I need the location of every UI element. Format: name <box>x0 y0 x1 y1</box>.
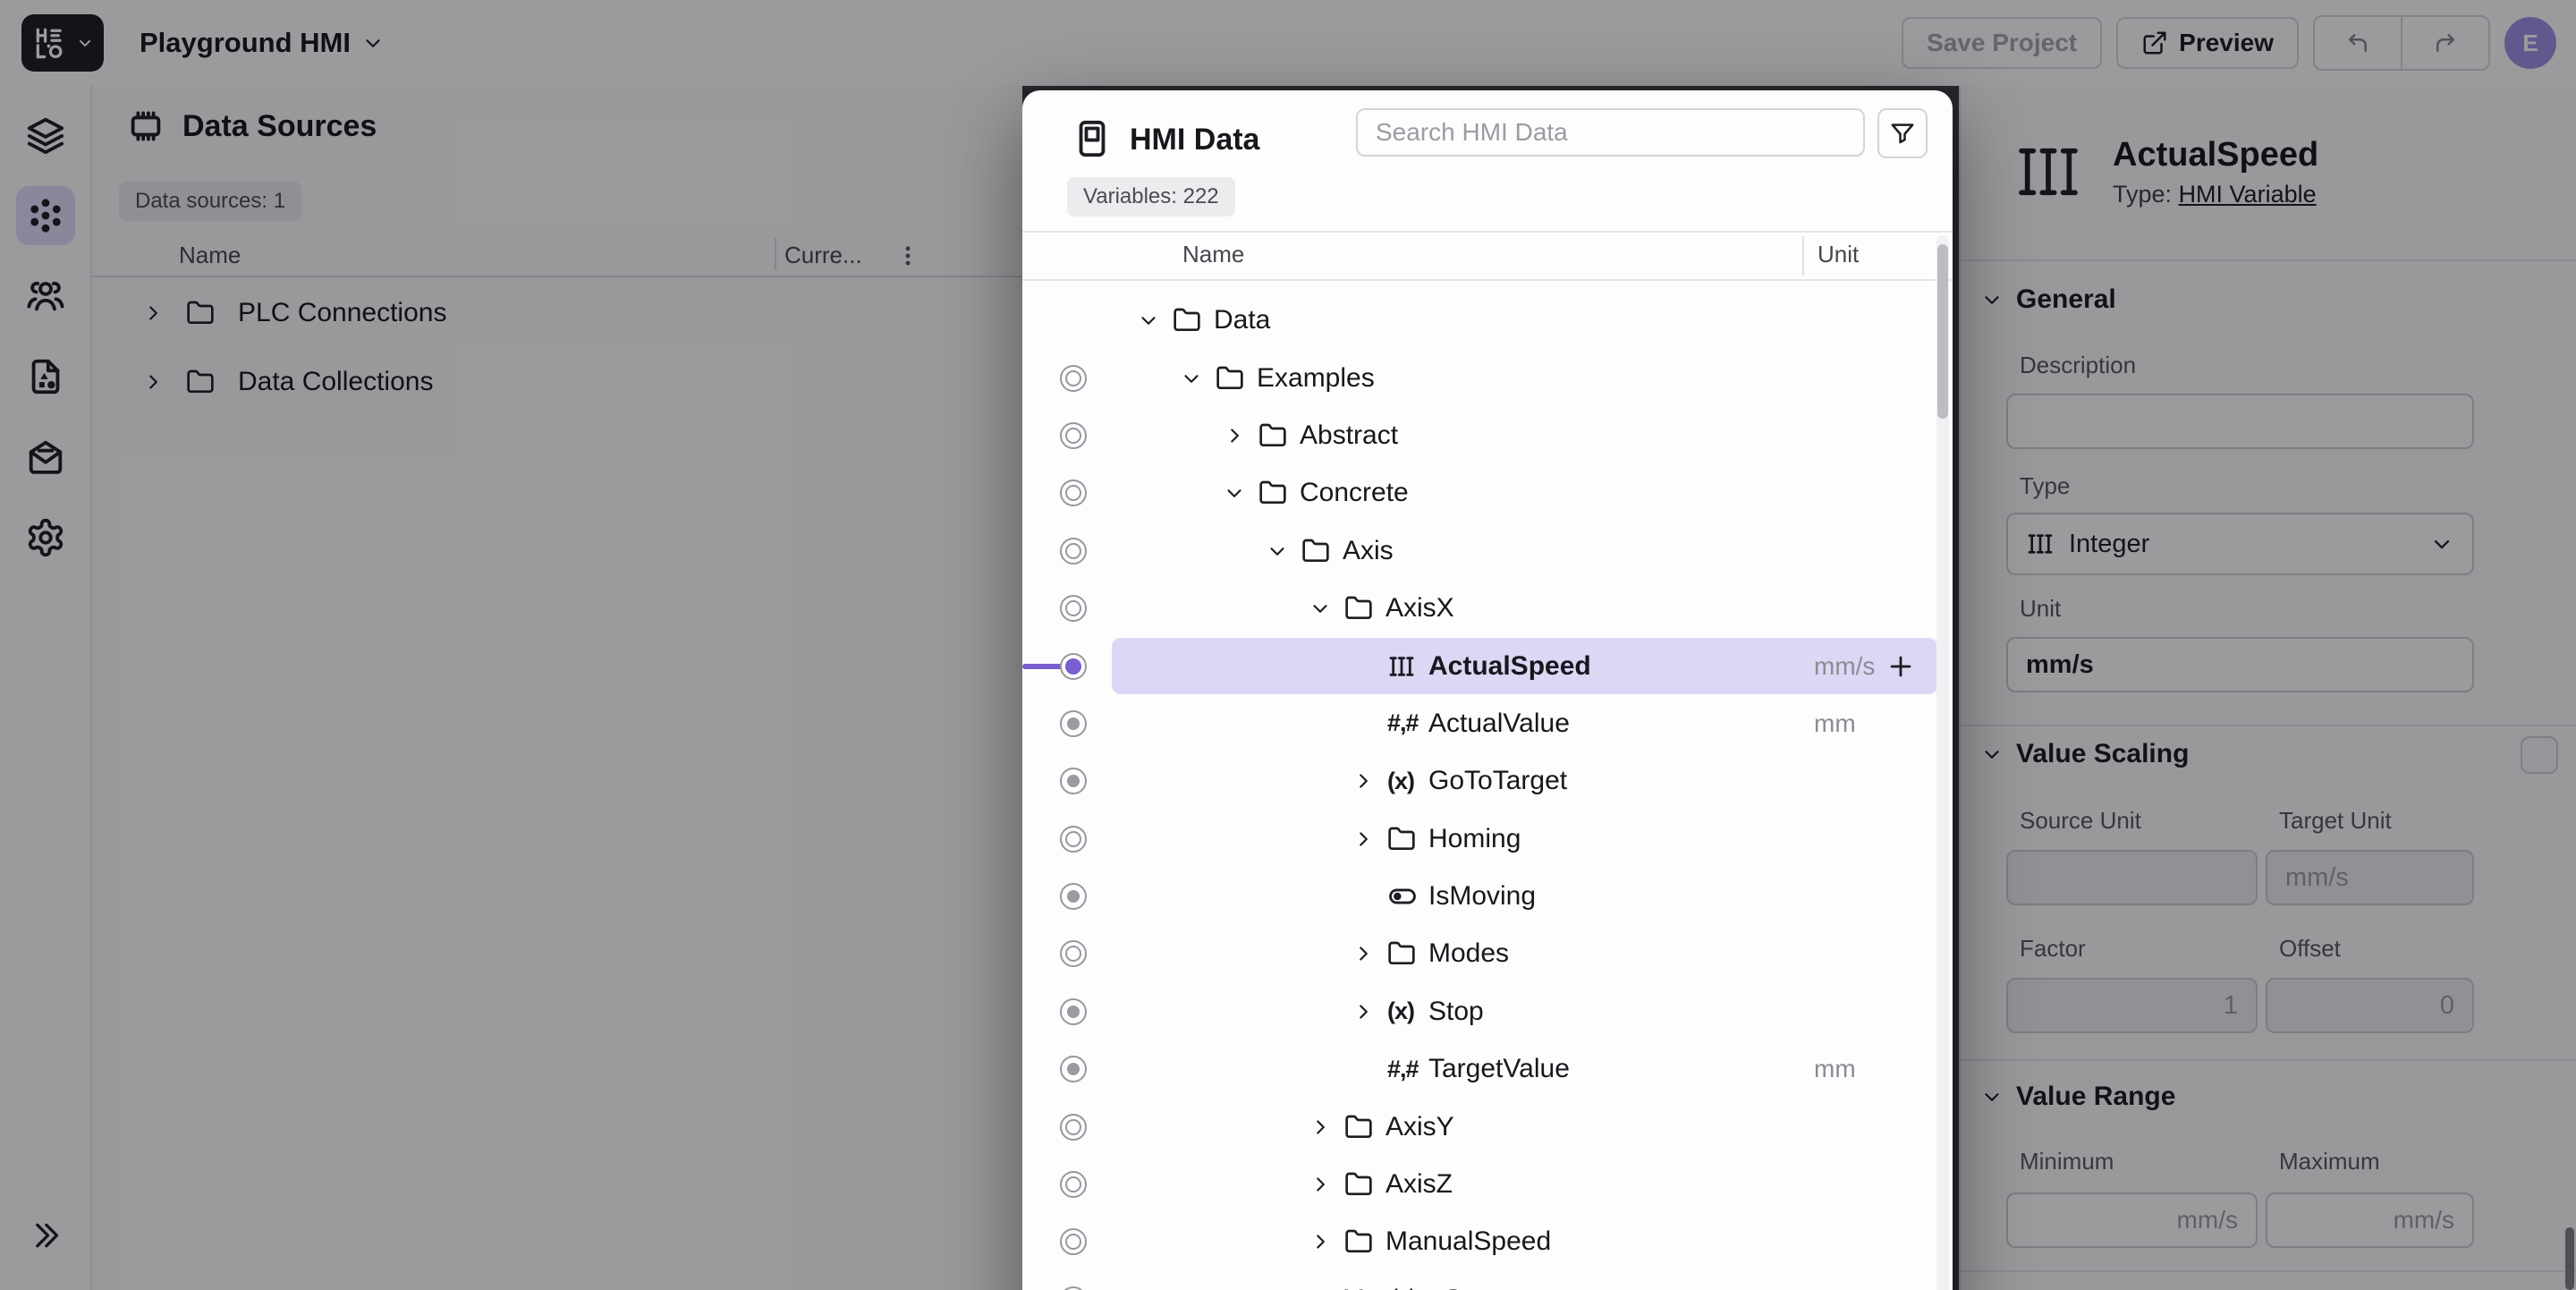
radio-icon[interactable] <box>1060 709 1087 737</box>
scrollbar-thumb[interactable] <box>1937 244 1948 419</box>
chevron-right-icon[interactable] <box>1223 424 1258 447</box>
tree-row[interactable]: (x) GoToTarget <box>1022 752 1953 810</box>
radio-icon[interactable] <box>1060 1286 1087 1290</box>
radio-icon[interactable] <box>1060 883 1087 911</box>
chevron-right-icon[interactable] <box>1352 1000 1387 1023</box>
chevron-right-icon[interactable] <box>1352 769 1387 793</box>
folder-icon <box>1344 594 1385 623</box>
chevron-right-icon[interactable] <box>1352 942 1387 965</box>
radio-selected-icon[interactable] <box>1060 652 1087 680</box>
chevron-down-icon[interactable] <box>1180 367 1216 390</box>
folder-icon <box>1301 537 1343 565</box>
tree-row[interactable]: AxisX <box>1022 580 1953 637</box>
add-variable-button[interactable] <box>1883 649 1919 684</box>
tree-row[interactable]: ManualSpeed <box>1022 1213 1953 1270</box>
tree-row[interactable]: Data <box>1022 292 1953 349</box>
chevron-down-icon[interactable] <box>1266 539 1301 563</box>
radio-icon[interactable] <box>1060 940 1087 968</box>
function-type-icon: (x) <box>1387 997 1415 1025</box>
radio-icon[interactable] <box>1060 1113 1087 1141</box>
decimal-type-icon: #,# <box>1387 1055 1419 1082</box>
hmi-data-tree: Data Examples Abstract Concrete Axis Axi… <box>1022 292 1953 1290</box>
tree-row[interactable]: MachineState <box>1022 1271 1953 1290</box>
boolean-type-icon <box>1387 881 1428 912</box>
chevron-right-icon[interactable] <box>1352 827 1387 851</box>
chevron-right-icon[interactable] <box>1309 1173 1344 1196</box>
chevron-right-icon[interactable] <box>1309 1230 1344 1253</box>
folder-icon <box>1387 825 1428 853</box>
folder-icon <box>1387 939 1428 968</box>
radio-icon[interactable] <box>1060 825 1087 853</box>
radio-icon[interactable] <box>1060 421 1087 449</box>
folder-icon <box>1258 479 1300 507</box>
modal-title: HMI Data <box>1130 123 1260 157</box>
plus-icon <box>1890 656 1911 676</box>
tree-row[interactable]: Homing <box>1022 810 1953 868</box>
decimal-type-icon: #,# <box>1387 709 1419 737</box>
radio-icon[interactable] <box>1060 1228 1087 1256</box>
tree-row-selected[interactable]: ActualSpeed mm/s <box>1022 637 1953 694</box>
folder-icon <box>1344 1170 1385 1199</box>
folder-icon <box>1216 364 1257 393</box>
radio-icon[interactable] <box>1060 1171 1087 1199</box>
folder-icon <box>1258 421 1300 450</box>
radio-icon[interactable] <box>1060 595 1087 623</box>
radio-icon[interactable] <box>1060 480 1087 507</box>
variables-count-badge: Variables: 222 <box>1067 177 1235 216</box>
table-header: Name Unit <box>1022 231 1953 281</box>
chevron-down-icon[interactable] <box>1309 597 1344 620</box>
chevron-right-icon[interactable] <box>1309 1116 1344 1139</box>
filter-button[interactable] <box>1877 108 1928 158</box>
column-unit[interactable]: Unit <box>1818 241 1859 268</box>
radio-icon[interactable] <box>1060 997 1087 1025</box>
function-type-icon: (x) <box>1387 767 1415 794</box>
radio-icon[interactable] <box>1060 1056 1087 1083</box>
chevron-down-icon[interactable] <box>1137 309 1173 332</box>
column-name[interactable]: Name <box>1182 241 1244 268</box>
chevron-down-icon[interactable] <box>1223 481 1258 505</box>
tree-row[interactable]: Abstract <box>1022 407 1953 464</box>
tree-row[interactable]: #,# ActualValue mm <box>1022 695 1953 752</box>
unit-value: mm/s <box>1814 651 1876 680</box>
tree-row[interactable]: AxisZ <box>1022 1156 1953 1213</box>
tree-row[interactable]: Concrete <box>1022 464 1953 522</box>
unit-value: mm <box>1814 1055 1856 1083</box>
hmi-panel-icon <box>1072 118 1113 159</box>
tree-row[interactable]: Modes <box>1022 925 1953 982</box>
radio-icon[interactable] <box>1060 768 1087 795</box>
folder-icon <box>1344 1227 1385 1256</box>
radio-icon[interactable] <box>1060 364 1087 392</box>
unit-value: mm <box>1814 709 1856 737</box>
funnel-icon <box>1891 123 1914 144</box>
tree-row[interactable]: IsMoving <box>1022 868 1953 925</box>
integer-type-icon <box>1387 652 1428 681</box>
tree-row[interactable]: AxisY <box>1022 1098 1953 1155</box>
tree-row[interactable]: Examples <box>1022 349 1953 406</box>
tree-row[interactable]: (x) Stop <box>1022 983 1953 1040</box>
app-root: Playground HMI Save Project Preview E Da… <box>0 0 2576 1290</box>
integer-type-icon <box>1301 1286 1343 1290</box>
folder-icon <box>1173 306 1214 335</box>
radio-icon[interactable] <box>1060 537 1087 564</box>
search-input[interactable] <box>1356 108 1865 157</box>
hmi-data-modal: HMI Data Variables: 222 Name Unit Data <box>1022 90 1953 1290</box>
tree-row[interactable]: #,# TargetValue mm <box>1022 1040 1953 1098</box>
folder-icon <box>1344 1113 1385 1141</box>
tree-row[interactable]: Axis <box>1022 522 1953 580</box>
column-divider[interactable] <box>1802 236 1804 276</box>
scrollbar-track[interactable] <box>1936 235 1949 1290</box>
